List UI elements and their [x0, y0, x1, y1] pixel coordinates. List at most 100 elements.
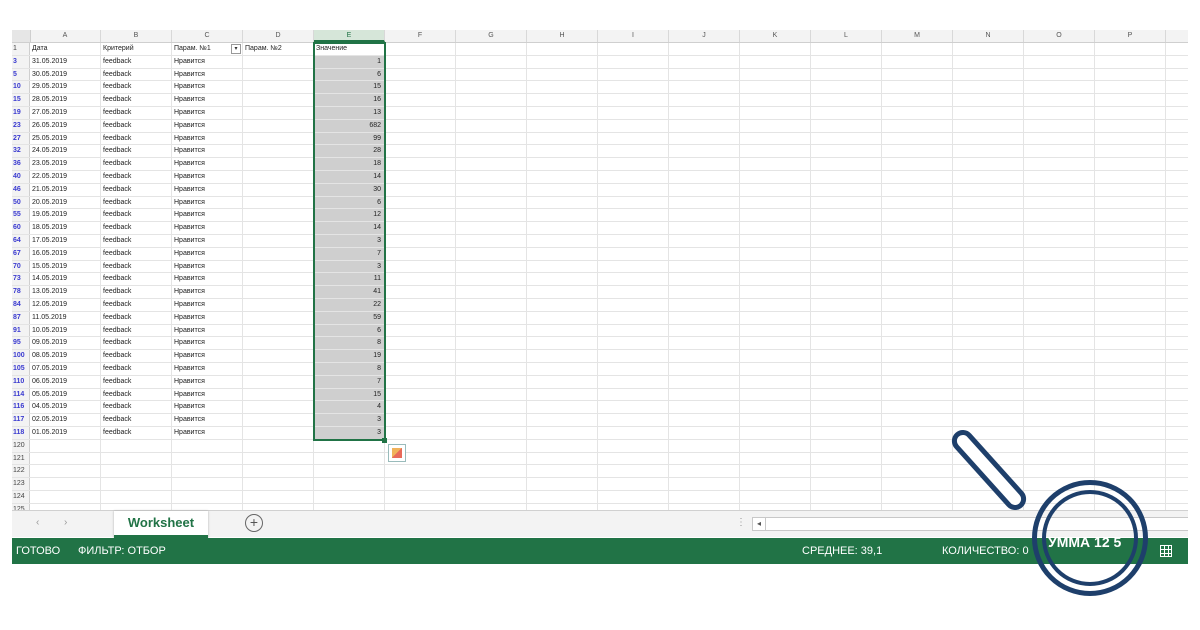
cell[interactable] — [456, 235, 527, 247]
cell-value[interactable]: 7 — [314, 375, 385, 388]
cell[interactable] — [527, 209, 598, 222]
cell[interactable] — [314, 465, 385, 478]
cell[interactable] — [385, 183, 456, 196]
cell[interactable] — [669, 209, 740, 222]
row-number[interactable]: 50 — [12, 196, 30, 209]
cell-criterion[interactable]: feedback — [101, 158, 172, 170]
row-number[interactable]: 3 — [12, 55, 30, 68]
cell[interactable] — [30, 491, 101, 503]
cell[interactable] — [669, 491, 740, 503]
quick-analysis-icon[interactable] — [388, 443, 406, 462]
cell[interactable] — [882, 171, 953, 183]
cell[interactable] — [1024, 247, 1095, 260]
cell[interactable] — [527, 439, 598, 452]
cell[interactable] — [527, 286, 598, 298]
cell[interactable] — [953, 273, 1024, 286]
next-sheet-arrow-icon[interactable]: › — [64, 517, 67, 528]
cell-value[interactable]: 4 — [314, 401, 385, 414]
cell[interactable] — [527, 158, 598, 170]
cell[interactable] — [740, 452, 811, 465]
column-header-g[interactable]: G — [456, 30, 527, 42]
cell-value[interactable]: 1 — [314, 55, 385, 68]
cell[interactable] — [1024, 401, 1095, 414]
cell[interactable] — [669, 478, 740, 490]
cell-param1[interactable]: Нравится — [172, 209, 243, 222]
cell[interactable] — [527, 427, 598, 439]
cell[interactable] — [740, 196, 811, 209]
cell[interactable] — [456, 324, 527, 337]
cell[interactable] — [598, 350, 669, 362]
column-header-b[interactable]: B — [101, 30, 172, 42]
cell[interactable] — [527, 222, 598, 234]
cell[interactable] — [740, 107, 811, 119]
row-number[interactable]: 118 — [12, 427, 30, 439]
cell[interactable] — [882, 183, 953, 196]
cell-criterion[interactable]: feedback — [101, 311, 172, 324]
cell[interactable] — [882, 401, 953, 414]
cell[interactable] — [811, 132, 882, 145]
header-cell-value[interactable]: Значение — [314, 43, 385, 55]
select-all-corner[interactable] — [12, 30, 31, 42]
cell[interactable] — [598, 324, 669, 337]
header-cell-date[interactable]: Дата — [30, 43, 101, 55]
cell[interactable] — [1095, 247, 1166, 260]
cell[interactable] — [456, 273, 527, 286]
normal-view-icon[interactable] — [1160, 545, 1172, 557]
cell[interactable] — [882, 299, 953, 311]
cell-criterion[interactable]: feedback — [101, 171, 172, 183]
column-header-c[interactable]: C — [172, 30, 243, 42]
cell-criterion[interactable]: feedback — [101, 324, 172, 337]
cell[interactable] — [1095, 68, 1166, 81]
cell[interactable] — [1024, 222, 1095, 234]
cell-date[interactable]: 12.05.2019 — [30, 299, 101, 311]
cell[interactable] — [740, 427, 811, 439]
cell[interactable] — [527, 171, 598, 183]
column-header-f[interactable]: F — [385, 30, 456, 42]
cell[interactable] — [811, 286, 882, 298]
cell[interactable] — [740, 55, 811, 68]
cell-date[interactable]: 09.05.2019 — [30, 337, 101, 350]
cell-param2[interactable] — [243, 132, 314, 145]
cell[interactable] — [882, 55, 953, 68]
cell[interactable] — [598, 209, 669, 222]
cell[interactable] — [527, 81, 598, 94]
cell[interactable] — [740, 247, 811, 260]
row-number[interactable]: 19 — [12, 107, 30, 119]
cell[interactable] — [669, 119, 740, 132]
cell[interactable] — [385, 299, 456, 311]
column-header-d[interactable]: D — [243, 30, 314, 42]
cell[interactable] — [882, 145, 953, 158]
column-header-h[interactable]: H — [527, 30, 598, 42]
cell[interactable] — [740, 209, 811, 222]
cell[interactable] — [882, 235, 953, 247]
cell-date[interactable]: 02.05.2019 — [30, 414, 101, 426]
header-cell-param2[interactable]: Парам. №2 — [243, 43, 314, 55]
cell[interactable] — [456, 68, 527, 81]
tab-worksheet[interactable]: Worksheet — [114, 511, 208, 538]
cell[interactable] — [811, 183, 882, 196]
cell[interactable] — [598, 401, 669, 414]
cell[interactable] — [882, 68, 953, 81]
cell[interactable] — [172, 491, 243, 503]
cell[interactable] — [172, 465, 243, 478]
cell[interactable] — [1024, 427, 1095, 439]
cell[interactable] — [811, 465, 882, 478]
column-header-i[interactable]: I — [598, 30, 669, 42]
cell[interactable] — [740, 491, 811, 503]
cell-param2[interactable] — [243, 183, 314, 196]
cell[interactable] — [456, 196, 527, 209]
cell[interactable] — [314, 478, 385, 490]
cell[interactable] — [811, 427, 882, 439]
cell[interactable] — [882, 209, 953, 222]
cell[interactable] — [740, 158, 811, 170]
cell[interactable] — [598, 247, 669, 260]
cell[interactable] — [598, 337, 669, 350]
cell[interactable] — [882, 132, 953, 145]
row-number[interactable]: 87 — [12, 311, 30, 324]
cell-value[interactable]: 15 — [314, 81, 385, 94]
cell-param2[interactable] — [243, 209, 314, 222]
row-number[interactable]: 120 — [12, 439, 30, 452]
row-number[interactable]: 27 — [12, 132, 30, 145]
cell-date[interactable]: 07.05.2019 — [30, 363, 101, 375]
cell[interactable] — [882, 260, 953, 273]
